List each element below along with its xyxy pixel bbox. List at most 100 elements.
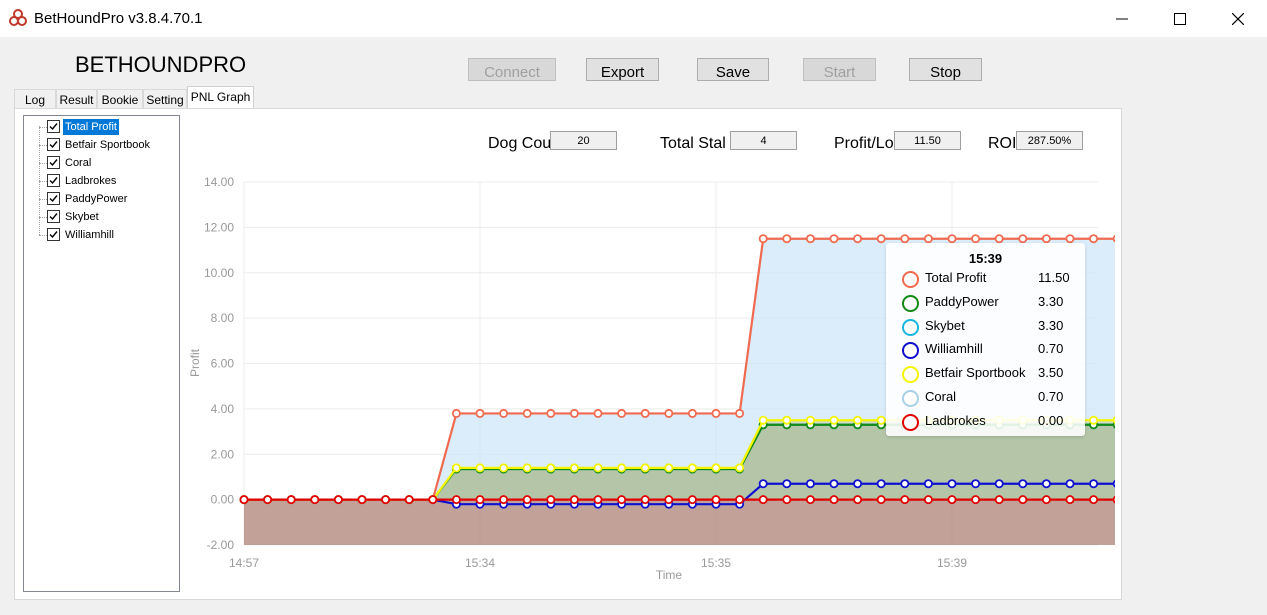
bookie-tree[interactable]: Total Profit Betfair Sportbook Coral Lad… [23, 115, 180, 592]
save-button[interactable]: Save [697, 58, 769, 81]
tab-result[interactable]: Result [56, 89, 97, 109]
data-point-total-profit [522, 408, 532, 418]
data-point-total-profit [546, 408, 556, 418]
legend-marker [902, 366, 919, 384]
connect-button[interactable]: Connect [468, 58, 556, 81]
data-point-total-profit [1112, 234, 1115, 243]
data-point-total-profit [499, 408, 509, 418]
data-point-ladbrokes [971, 495, 981, 505]
minimize-icon [1116, 18, 1128, 19]
tab-pnl-graph[interactable]: PNL Graph [187, 86, 254, 109]
data-point-ladbrokes [522, 495, 532, 505]
data-point-ladbrokes [640, 495, 650, 505]
checkbox[interactable] [47, 138, 60, 151]
tree-item-williamhill[interactable]: Williamhill [24, 226, 174, 244]
tooltip-series-value: 3.50 [1038, 365, 1064, 381]
tab-setting[interactable]: Setting [143, 89, 187, 109]
checkbox[interactable] [47, 174, 60, 187]
dog-count-field[interactable]: 20 [550, 131, 617, 150]
stop-button[interactable]: Stop [909, 58, 982, 81]
tooltip-series-name: PaddyPower [925, 293, 999, 309]
data-point-total-profit [1041, 234, 1051, 244]
data-point-ladbrokes [499, 495, 509, 505]
checkbox[interactable] [47, 210, 60, 223]
tooltip-row: Ladbrokes 0.00 [900, 411, 1085, 431]
data-point-williamhill [829, 479, 839, 489]
total-stake-label: Total Stal [660, 135, 726, 152]
tooltip-series-name: Total Profit [925, 270, 987, 285]
checkbox[interactable] [47, 156, 60, 169]
data-point-williamhill [758, 479, 768, 489]
data-point-williamhill [994, 479, 1004, 489]
tree-item-label: Betfair Sportbook [65, 139, 150, 151]
tree-item-ladbrokes[interactable]: Ladbrokes [24, 172, 174, 190]
tooltip-row: Williamhill 0.70 [900, 339, 1085, 360]
data-point-williamhill [782, 479, 792, 489]
profit-loss-label: Profit/Lo [834, 135, 894, 152]
data-point-total-profit [475, 408, 485, 418]
checkbox[interactable] [47, 120, 60, 133]
check-icon [49, 231, 58, 239]
data-point-betfair-sportbook [735, 463, 745, 473]
start-button[interactable]: Start [803, 58, 876, 81]
total-stake-field[interactable]: 4 [730, 131, 797, 150]
y-axis-title: Profit [188, 348, 202, 377]
data-point-williamhill [900, 479, 910, 489]
maximize-button[interactable] [1151, 0, 1209, 37]
tooltip-series-value: 0.00 [1038, 412, 1064, 428]
data-point-betfair-sportbook [569, 463, 579, 473]
data-point-ladbrokes [569, 495, 579, 505]
data-point-total-profit [900, 234, 910, 244]
data-point-total-profit [640, 408, 650, 418]
data-point-ladbrokes [617, 495, 627, 505]
tab-bookie[interactable]: Bookie [97, 89, 143, 109]
tree-item-total-profit[interactable]: Total Profit [24, 118, 174, 136]
y-tick-label: 12.00 [204, 220, 234, 234]
data-point-williamhill [947, 479, 957, 489]
roi-field[interactable]: 287.50% [1016, 131, 1083, 150]
data-point-betfair-sportbook [546, 463, 556, 473]
legend-marker [902, 318, 919, 336]
data-point-ladbrokes [900, 495, 910, 505]
tree-item-label: Skybet [65, 211, 99, 223]
data-point-total-profit [876, 234, 886, 244]
data-point-betfair-sportbook [1089, 415, 1099, 425]
data-point-total-profit [947, 234, 957, 244]
minimize-button[interactable] [1093, 0, 1151, 37]
data-point-betfair-sportbook [664, 463, 674, 473]
tree-item-betfair-sportbook[interactable]: Betfair Sportbook [24, 136, 174, 154]
data-point-ladbrokes [711, 495, 721, 505]
tree-item-coral[interactable]: Coral [24, 154, 174, 172]
tooltip-series-value: 3.30 [1038, 293, 1064, 309]
y-tick-label: 10.00 [204, 266, 234, 280]
data-point-williamhill [805, 479, 815, 489]
tab-log[interactable]: Log [14, 89, 56, 109]
profit-loss-field[interactable]: 11.50 [894, 131, 961, 150]
data-point-betfair-sportbook [687, 463, 697, 473]
tooltip-series-name: Betfair Sportbook [925, 365, 1026, 381]
data-point-ladbrokes [1089, 495, 1099, 505]
data-point-total-profit [1018, 234, 1028, 244]
check-icon [49, 123, 58, 131]
data-point-betfair-sportbook [593, 463, 603, 473]
data-point-ladbrokes [357, 495, 367, 505]
data-point-williamhill [1018, 479, 1028, 489]
tree-item-skybet[interactable]: Skybet [24, 208, 174, 226]
data-point-ladbrokes [475, 495, 485, 505]
close-button[interactable] [1209, 0, 1267, 37]
checkbox[interactable] [47, 192, 60, 205]
data-point-total-profit [593, 408, 603, 418]
title-bar: BetHoundPro v3.8.4.70.1 [0, 0, 1267, 37]
check-icon [49, 213, 58, 221]
export-button[interactable]: Export [586, 58, 659, 81]
data-point-williamhill [1089, 479, 1099, 489]
data-point-total-profit [711, 408, 721, 418]
tooltip-series-name: Coral [925, 389, 957, 404]
tree-item-paddypower[interactable]: PaddyPower [24, 190, 174, 208]
data-point-total-profit [735, 408, 745, 418]
legend-marker [902, 342, 919, 360]
data-point-williamhill [1065, 479, 1075, 489]
data-point-ladbrokes [1041, 495, 1051, 505]
data-point-ladbrokes [404, 495, 414, 505]
checkbox[interactable] [47, 228, 60, 241]
